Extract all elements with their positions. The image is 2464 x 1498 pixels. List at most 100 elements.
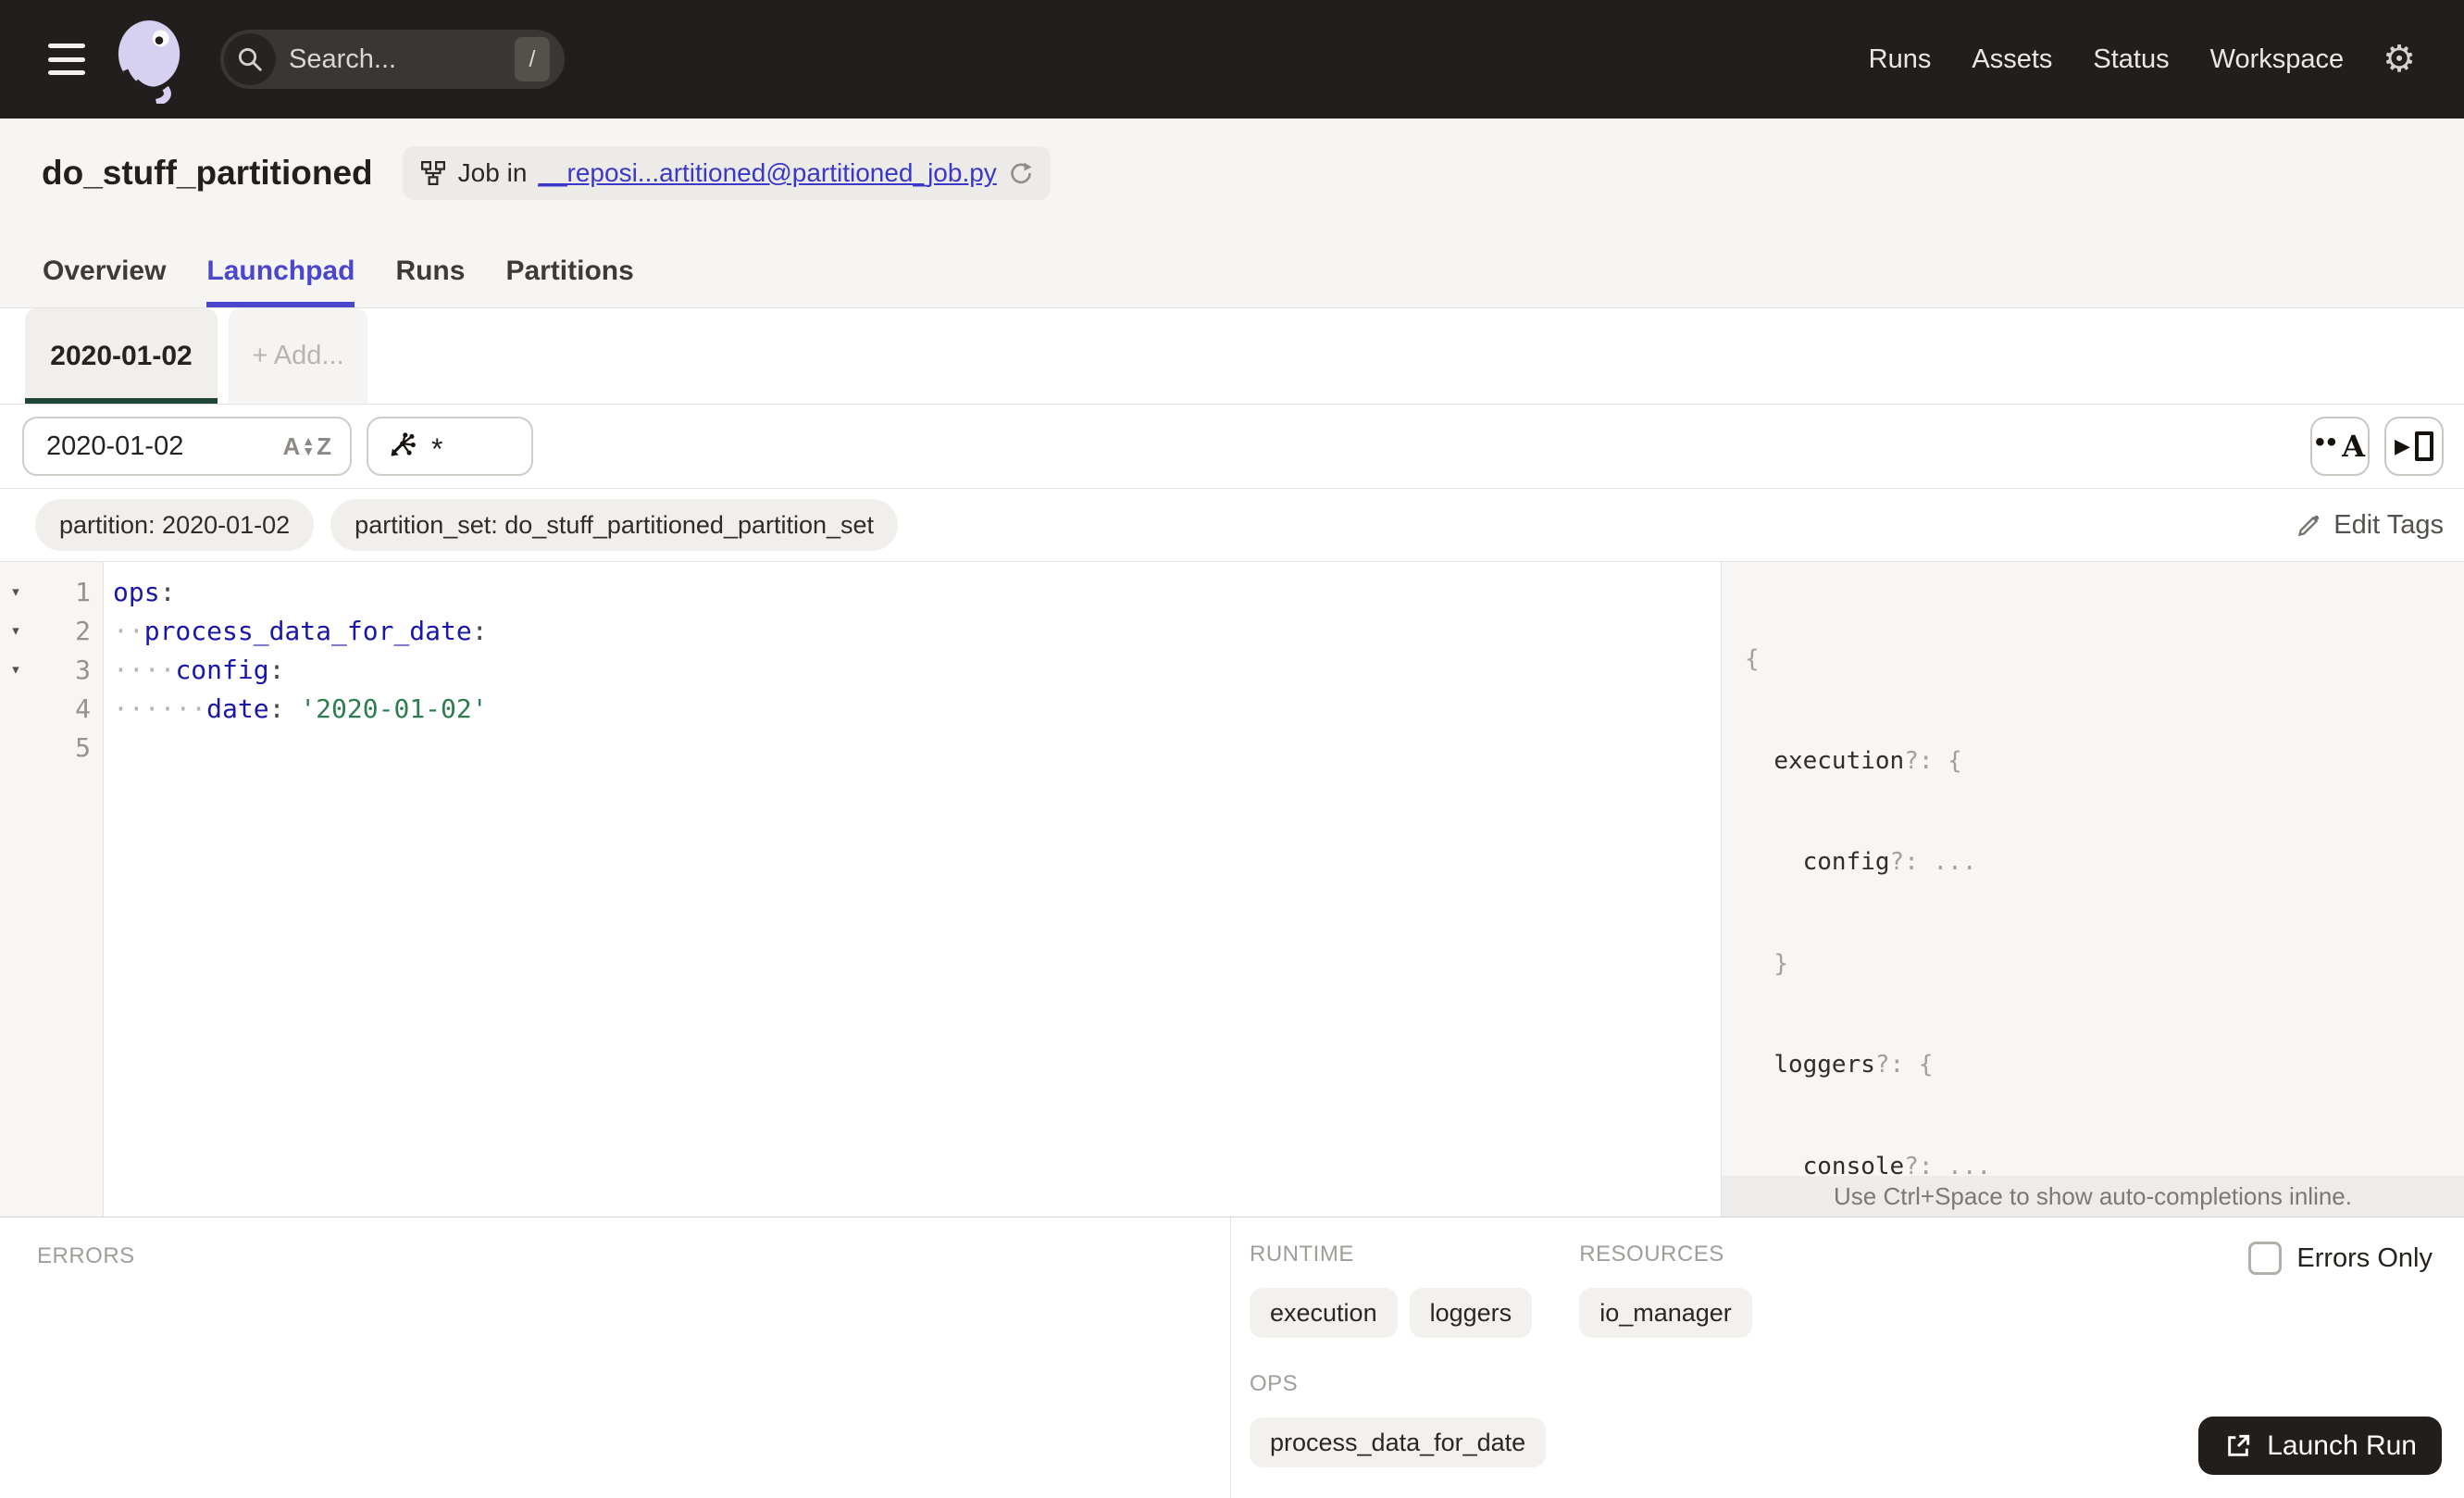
nav-link-status[interactable]: Status (2093, 44, 2169, 75)
job-graph-icon (420, 161, 445, 185)
dagit-launchpad-page: / Runs Assets Status Workspace ⚙ do_stuf… (0, 0, 2464, 1498)
whitespace-dots: ·· (113, 615, 144, 646)
add-config-tab-button[interactable]: + Add... (229, 308, 367, 404)
launch-run-label: Launch Run (2267, 1429, 2417, 1461)
toggle-whitespace-button[interactable]: •• A (2310, 417, 2370, 476)
tab-overview[interactable]: Overview (43, 256, 166, 307)
errors-only-control: Errors Only (2248, 1242, 2433, 1275)
fold-arrow-icon[interactable]: ▾ (0, 581, 31, 602)
ops-section: OPS process_data_for_date (1250, 1371, 1547, 1467)
bottom-panel: ERRORS RUNTIME execution loggers OPS pro… (0, 1217, 2464, 1498)
schema-line: execution?: { (1773, 746, 1962, 775)
yaml-colon: : (159, 576, 176, 607)
nav-links: Runs Assets Status Workspace (1869, 44, 2344, 75)
nav-link-runs[interactable]: Runs (1869, 44, 1932, 75)
resources-column: RESOURCES io_manager (1579, 1242, 1752, 1338)
search-input[interactable] (289, 44, 515, 75)
job-tabs: Overview Launchpad Runs Partitions (0, 256, 2464, 307)
tags-row: partition: 2020-01-02 partition_set: do_… (0, 489, 2464, 562)
op-selector-button[interactable]: * (367, 417, 533, 476)
yaml-key: config (175, 654, 269, 685)
runtime-chip-loggers[interactable]: loggers (1409, 1288, 1533, 1338)
tab-runs[interactable]: Runs (395, 256, 465, 307)
line-number: 1 (75, 576, 91, 607)
autocomplete-hint: Use Ctrl+Space to show auto-completions … (1722, 1176, 2464, 1217)
schema-line: { (1745, 645, 1760, 673)
scaffold-missing-config-button[interactable]: ▶ (2384, 417, 2444, 476)
settings-gear-icon[interactable]: ⚙ (2383, 41, 2416, 78)
code-line: ······ date: '2020-01-02' (104, 689, 1721, 728)
errors-only-checkbox[interactable] (2248, 1242, 2283, 1275)
ops-label: OPS (1250, 1371, 1299, 1396)
global-search: / (220, 30, 565, 89)
config-tab-label: 2020-01-02 (50, 340, 193, 371)
launchpad-config-tabs: 2020-01-02 + Add... (0, 308, 2464, 405)
gutter-line: ▾ 3 (0, 650, 103, 689)
yaml-key: date (206, 693, 269, 724)
gutter-line: ▾ 1 (0, 572, 103, 611)
edit-tags-label: Edit Tags (2333, 509, 2444, 540)
op-selector-icon (391, 432, 416, 456)
launch-run-button[interactable]: Launch Run (2198, 1417, 2442, 1475)
yaml-colon: : (268, 654, 285, 685)
config-editor-workspace: ▾ 1 ▾ 2 ▾ 3 4 5 ops: ·· process_data_for_dat… (0, 562, 2464, 1217)
gutter-line: 5 (0, 728, 103, 767)
gutter-line: 4 (0, 689, 103, 728)
schema-line: loggers?: { (1773, 1051, 1934, 1079)
page-header: do_stuff_partitioned Job in __reposi...a… (0, 119, 2464, 308)
job-origin-pill: Job in __reposi...artitioned@partitioned… (402, 146, 1051, 200)
config-tab-underline (25, 398, 218, 404)
runtime-chip-execution[interactable]: execution (1250, 1288, 1398, 1338)
edit-tags-button[interactable]: Edit Tags (2296, 510, 2444, 541)
job-origin-link[interactable]: __reposi...artitioned@partitioned_job.py (538, 158, 996, 188)
page-title: do_stuff_partitioned (42, 154, 373, 192)
nav-link-workspace[interactable]: Workspace (2210, 44, 2345, 75)
gutter-line: ▾ 2 (0, 611, 103, 650)
hamburger-menu-icon[interactable] (48, 44, 85, 75)
line-number: 3 (75, 654, 91, 685)
runtime-column: RUNTIME execution loggers OPS process_da… (1250, 1242, 1547, 1467)
top-nav: / Runs Assets Status Workspace ⚙ (0, 0, 2464, 119)
schema-line: config?: ... (1802, 848, 1977, 876)
line-number: 5 (75, 731, 91, 763)
launch-icon (2228, 1434, 2250, 1456)
nav-link-assets[interactable]: Assets (1972, 44, 2052, 75)
whitespace-icon: •• A (2315, 427, 2365, 464)
tab-launchpad[interactable]: Launchpad (206, 256, 355, 307)
yaml-value: '2020-01-02' (284, 693, 488, 724)
job-origin-prefix: Job in (457, 158, 528, 187)
fold-arrow-icon[interactable]: ▾ (0, 620, 31, 641)
whitespace-dots: ······ (113, 693, 207, 724)
tag-partition: partition: 2020-01-02 (35, 499, 315, 551)
fold-arrow-icon[interactable]: ▾ (0, 659, 31, 680)
partition-select-value: 2020-01-02 (46, 431, 184, 461)
partition-select-button[interactable]: 2020-01-02 A ▲ ▼ Z (22, 417, 352, 476)
search-icon (224, 33, 276, 85)
pencil-icon (2298, 515, 2320, 537)
octopus-logo-icon (118, 20, 180, 104)
scaffold-config-icon: ▶ (2395, 431, 2433, 461)
errors-only-label: Errors Only (2296, 1242, 2433, 1273)
tab-partitions[interactable]: Partitions (505, 256, 633, 307)
code-line: ops: (104, 572, 1721, 611)
config-schema-panel: { execution?: { config?: ... } loggers?:… (1721, 562, 2464, 1217)
resources-label: RESOURCES (1579, 1242, 1724, 1267)
sort-az-icon: A ▲ ▼ Z (282, 431, 331, 460)
config-tab-selected[interactable]: 2020-01-02 (25, 308, 218, 404)
code-line: ·· process_data_for_date: (104, 611, 1721, 650)
errors-label: ERRORS (37, 1243, 135, 1268)
op-chip-process-data-for-date[interactable]: process_data_for_date (1250, 1417, 1547, 1467)
code-line: ···· config: (104, 650, 1721, 689)
yaml-key: ops (113, 576, 160, 607)
yaml-config-editor[interactable]: ops: ·· process_data_for_date: ···· config… (104, 562, 1721, 1217)
errors-section: ERRORS (0, 1217, 1231, 1498)
yaml-colon: : (268, 693, 285, 724)
whitespace-dots: ···· (113, 654, 176, 685)
resource-chip-io-manager[interactable]: io_manager (1579, 1288, 1752, 1338)
op-selector-value: * (431, 431, 443, 466)
dagster-logo[interactable] (115, 15, 187, 104)
yaml-key: process_data_for_date (143, 615, 472, 646)
reload-icon[interactable] (1008, 160, 1034, 186)
schema-line: } (1773, 949, 1788, 978)
tag-partition-set: partition_set: do_stuff_partitioned_part… (330, 499, 899, 551)
